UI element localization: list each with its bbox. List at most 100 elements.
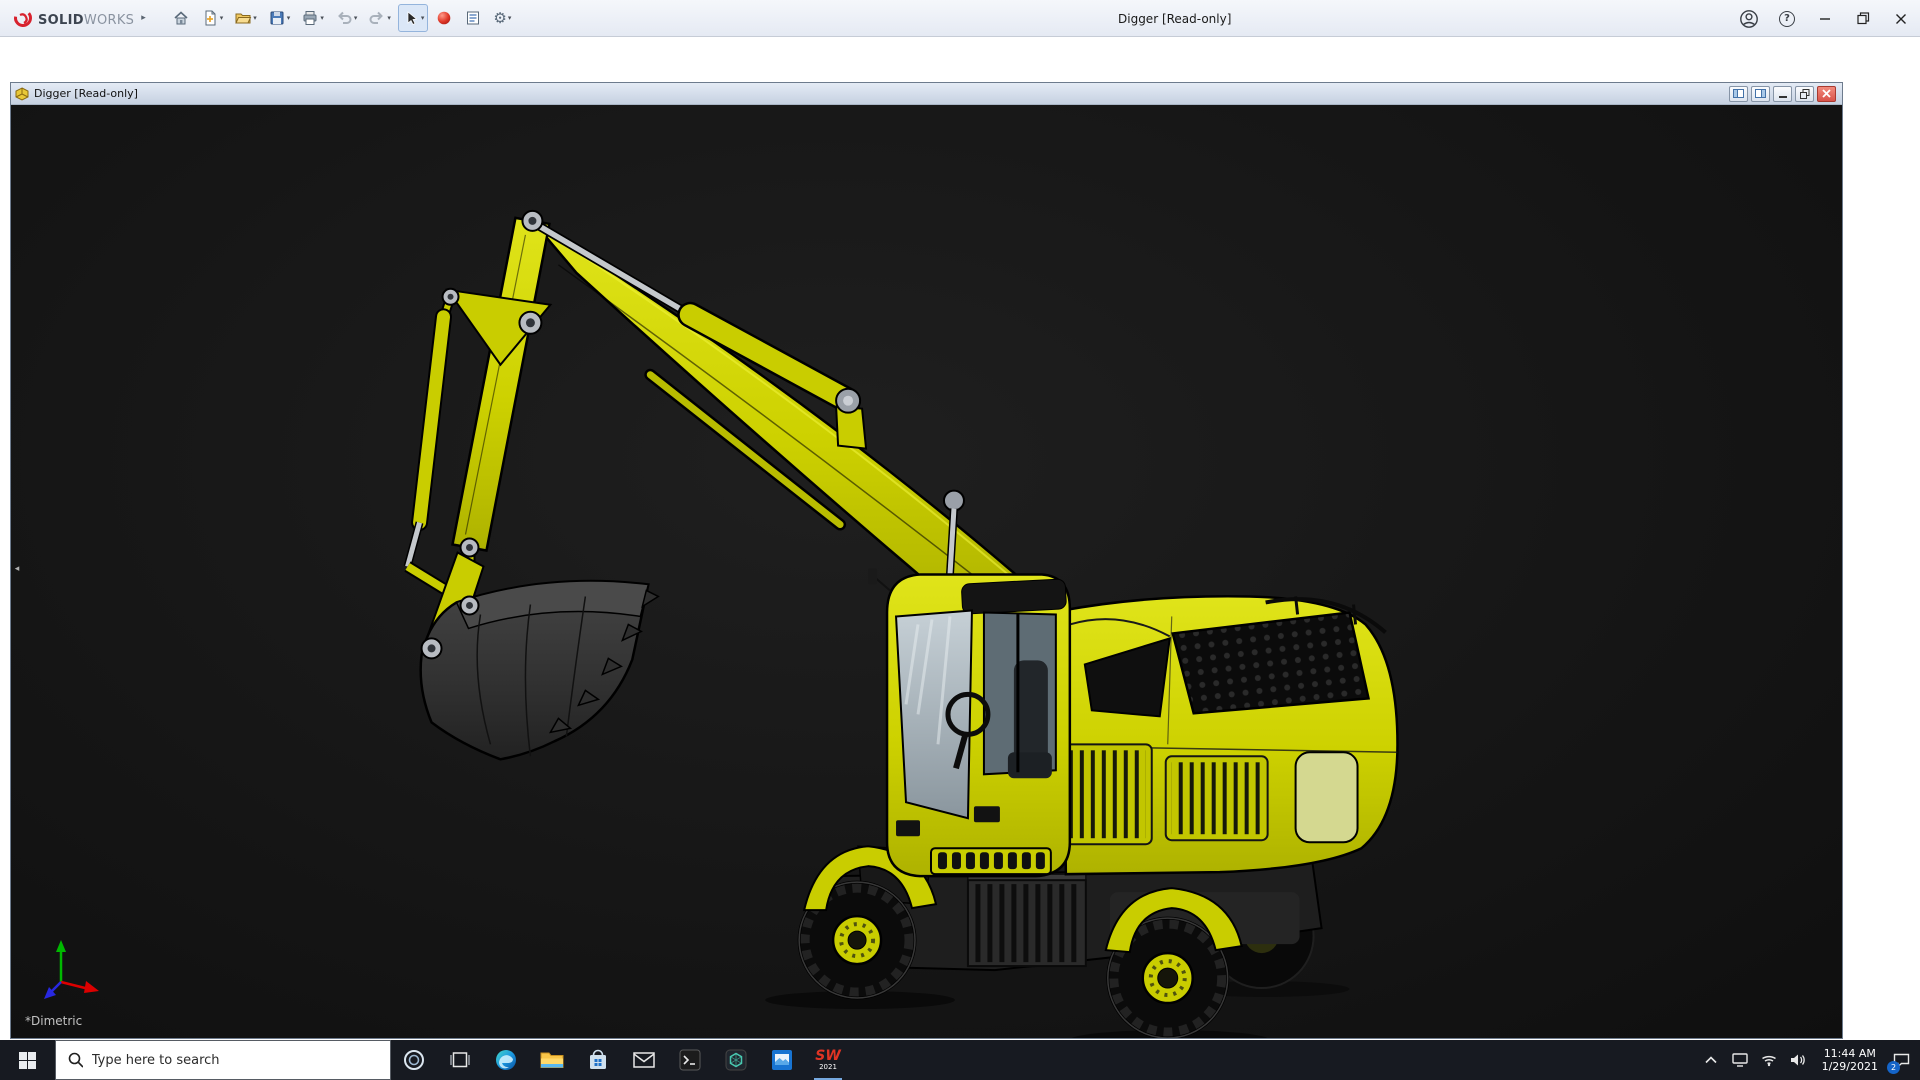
- mirror: [868, 569, 877, 585]
- solidworks-brand[interactable]: SOLIDWORKS ▸: [0, 7, 154, 29]
- display-tray-button[interactable]: [1726, 1040, 1755, 1080]
- terminal-icon: [679, 1049, 701, 1071]
- terminal-button[interactable]: [667, 1040, 713, 1080]
- options-dropdown-caret[interactable]: ▾: [508, 14, 512, 22]
- select-dropdown-caret[interactable]: ▾: [421, 14, 425, 22]
- search-icon: [68, 1052, 83, 1068]
- redo-dropdown-caret[interactable]: ▾: [387, 14, 391, 22]
- brand-solid-text: SOLID: [38, 13, 84, 28]
- brand-expander-icon[interactable]: ▸: [141, 13, 146, 23]
- cad-viewer-button[interactable]: [713, 1040, 759, 1080]
- network-tray-button[interactable]: [1755, 1040, 1784, 1080]
- redo-icon: [368, 9, 386, 27]
- file-properties-icon: [464, 9, 482, 27]
- windows-logo-icon: [19, 1052, 36, 1069]
- print-icon: [301, 9, 319, 27]
- quick-access-toolbar: ▾ ▾ ▾ ▾: [168, 4, 516, 32]
- solidworks-taskbar-button[interactable]: SW 2021: [805, 1040, 851, 1080]
- save-icon: [268, 9, 286, 27]
- close-icon: [1895, 13, 1907, 25]
- open-button[interactable]: ▾: [230, 4, 261, 32]
- rear-panel: [1296, 752, 1358, 842]
- photos-icon: [771, 1049, 793, 1071]
- save-button[interactable]: ▾: [264, 4, 295, 32]
- edge-button[interactable]: [483, 1040, 529, 1080]
- view-orientation-label: *Dimetric: [25, 1014, 82, 1028]
- store-button[interactable]: [575, 1040, 621, 1080]
- cortana-button[interactable]: [391, 1040, 437, 1080]
- new-dropdown-caret[interactable]: ▾: [220, 14, 224, 22]
- solidworks-app-icon: SW 2021: [815, 1049, 841, 1072]
- app-titlebar: SOLIDWORKS ▸ ▾: [0, 0, 1920, 37]
- doc-minimize-icon: [1779, 90, 1787, 98]
- task-view-button[interactable]: [437, 1040, 483, 1080]
- document-window-controls: [1729, 86, 1838, 102]
- options-button[interactable]: ⚙ ▾: [489, 4, 515, 32]
- action-center-button[interactable]: 2: [1887, 1040, 1916, 1080]
- document-titlebar[interactable]: Digger [Read-only]: [11, 83, 1842, 105]
- x-axis-arrow: [84, 981, 99, 993]
- redo-button[interactable]: ▾: [364, 4, 395, 32]
- maximize-restore-button[interactable]: [1844, 0, 1882, 37]
- graphics-viewport[interactable]: *Dimetric ◂: [11, 105, 1842, 1038]
- pane-right-icon: [1755, 89, 1766, 98]
- doc-minimize-button[interactable]: [1773, 86, 1792, 102]
- print-dropdown-caret[interactable]: ▾: [320, 14, 324, 22]
- app-caption-controls: ?: [1730, 0, 1920, 37]
- app-client-area: Digger [Read-only]: [0, 37, 1920, 1040]
- cad-viewer-icon: [725, 1049, 747, 1071]
- minimize-button[interactable]: [1806, 0, 1844, 37]
- search-input[interactable]: [92, 1053, 378, 1068]
- save-dropdown-caret[interactable]: ▾: [287, 14, 291, 22]
- print-button[interactable]: ▾: [297, 4, 328, 32]
- chassis-slat-box: [968, 874, 1086, 966]
- undo-button[interactable]: ▾: [331, 4, 362, 32]
- orientation-triad[interactable]: [35, 938, 105, 1004]
- taskbar-clock[interactable]: 11:44 AM 1/29/2021: [1813, 1047, 1887, 1073]
- pane-left-button[interactable]: [1729, 86, 1748, 102]
- close-button[interactable]: [1882, 0, 1920, 37]
- mail-button[interactable]: [621, 1040, 667, 1080]
- pane-left-icon: [1733, 89, 1744, 98]
- document-title: Digger [Read-only]: [34, 87, 1729, 100]
- stick-arm: [453, 218, 550, 551]
- volume-tray-button[interactable]: [1784, 1040, 1813, 1080]
- feature-tree-collapse-tab[interactable]: ◂: [12, 555, 22, 583]
- document-window: Digger [Read-only]: [10, 82, 1843, 1039]
- new-document-button[interactable]: ▾: [197, 4, 228, 32]
- doc-close-button[interactable]: [1817, 86, 1836, 102]
- task-view-icon: [450, 1052, 470, 1068]
- user-account-button[interactable]: [1730, 0, 1768, 37]
- file-explorer-icon: [540, 1050, 564, 1070]
- xapps-button[interactable]: [431, 4, 457, 32]
- help-button[interactable]: ?: [1768, 0, 1806, 37]
- user-icon: [1739, 9, 1759, 29]
- engine-body: [1040, 596, 1398, 874]
- speaker-icon: [1790, 1053, 1806, 1067]
- minimize-icon: [1819, 13, 1831, 25]
- app-window-title: Digger [Read-only]: [1118, 0, 1231, 37]
- open-dropdown-caret[interactable]: ▾: [253, 14, 257, 22]
- edge-icon: [494, 1048, 518, 1072]
- undo-dropdown-caret[interactable]: ▾: [354, 14, 358, 22]
- bucket: [421, 581, 659, 759]
- wifi-icon: [1761, 1054, 1777, 1067]
- pane-right-button[interactable]: [1751, 86, 1770, 102]
- file-explorer-button[interactable]: [529, 1040, 575, 1080]
- photos-button[interactable]: [759, 1040, 805, 1080]
- gear-icon: ⚙: [493, 11, 506, 26]
- select-button[interactable]: ▾: [398, 4, 429, 32]
- doc-restore-icon: [1800, 89, 1810, 99]
- solidworks-logo-icon: [12, 7, 34, 29]
- start-button[interactable]: [0, 1040, 55, 1080]
- tray-expand-button[interactable]: [1697, 1040, 1726, 1080]
- file-properties-button[interactable]: [460, 4, 486, 32]
- main-boom: [532, 221, 1016, 617]
- operator-cab: [868, 569, 1070, 877]
- taskbar-search[interactable]: [55, 1040, 391, 1080]
- doc-restore-button[interactable]: [1795, 86, 1814, 102]
- excavator-3d-model[interactable]: [11, 105, 1842, 1038]
- clock-date: 1/29/2021: [1822, 1060, 1878, 1073]
- home-button[interactable]: [168, 4, 194, 32]
- y-axis-arrow: [56, 940, 66, 952]
